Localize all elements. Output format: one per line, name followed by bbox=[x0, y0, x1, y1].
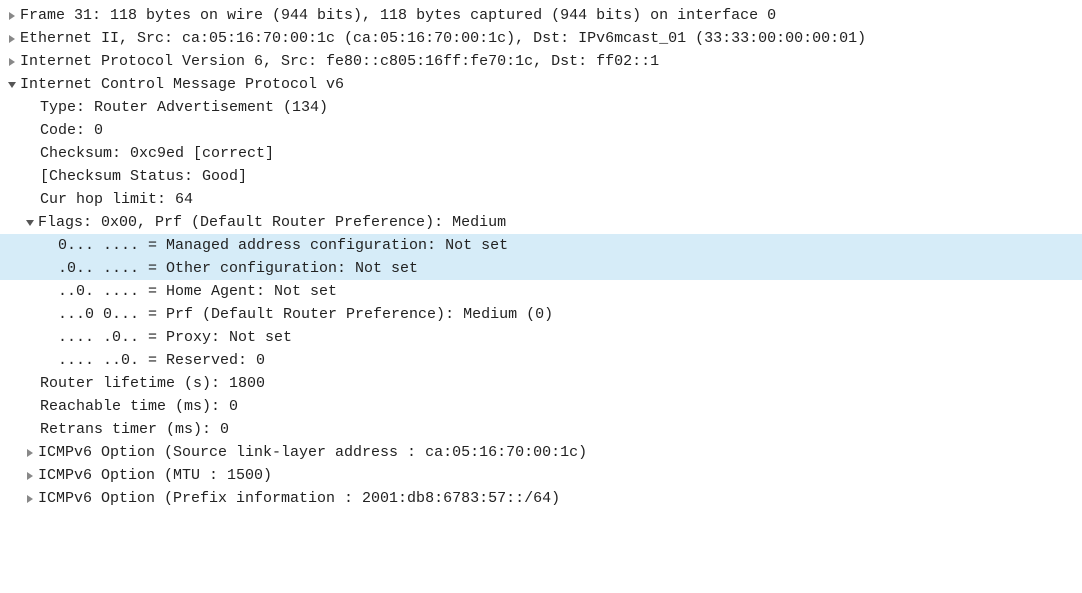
reachable-time-value: Reachable time (ms): 0 bbox=[40, 395, 238, 418]
tree-row-opt-mtu[interactable]: ICMPv6 Option (MTU : 1500) bbox=[0, 464, 1082, 487]
flag-managed-value: 0... .... = Managed address configuratio… bbox=[58, 234, 508, 257]
ethernet-summary: Ethernet II, Src: ca:05:16:70:00:1c (ca:… bbox=[20, 27, 866, 50]
field-flag-reserved[interactable]: .... ..0. = Reserved: 0 bbox=[0, 349, 1082, 372]
field-flag-other[interactable]: .0.. .... = Other configuration: Not set bbox=[0, 257, 1082, 280]
tree-row-icmpv6[interactable]: Internet Control Message Protocol v6 bbox=[0, 73, 1082, 96]
field-reachable-time[interactable]: Reachable time (ms): 0 bbox=[0, 395, 1082, 418]
flag-home-value: ..0. .... = Home Agent: Not set bbox=[58, 280, 337, 303]
tree-row-ethernet[interactable]: Ethernet II, Src: ca:05:16:70:00:1c (ca:… bbox=[0, 27, 1082, 50]
tree-row-frame[interactable]: Frame 31: 118 bytes on wire (944 bits), … bbox=[0, 4, 1082, 27]
field-flag-managed[interactable]: 0... .... = Managed address configuratio… bbox=[0, 234, 1082, 257]
chevron-down-icon[interactable] bbox=[4, 80, 20, 90]
flag-other-value: .0.. .... = Other configuration: Not set bbox=[58, 257, 418, 280]
flag-reserved-value: .... ..0. = Reserved: 0 bbox=[58, 349, 265, 372]
frame-summary: Frame 31: 118 bytes on wire (944 bits), … bbox=[20, 4, 776, 27]
chevron-right-icon[interactable] bbox=[4, 57, 20, 67]
opt-prefix-value: ICMPv6 Option (Prefix information : 2001… bbox=[38, 487, 560, 510]
field-code[interactable]: Code: 0 bbox=[0, 119, 1082, 142]
flag-proxy-value: .... .0.. = Proxy: Not set bbox=[58, 326, 292, 349]
tree-row-ipv6[interactable]: Internet Protocol Version 6, Src: fe80::… bbox=[0, 50, 1082, 73]
field-flag-proxy[interactable]: .... .0.. = Proxy: Not set bbox=[0, 326, 1082, 349]
opt-src-ll-value: ICMPv6 Option (Source link-layer address… bbox=[38, 441, 587, 464]
field-type[interactable]: Type: Router Advertisement (134) bbox=[0, 96, 1082, 119]
chevron-right-icon[interactable] bbox=[4, 34, 20, 44]
code-value: Code: 0 bbox=[40, 119, 103, 142]
opt-mtu-value: ICMPv6 Option (MTU : 1500) bbox=[38, 464, 272, 487]
tree-row-flags[interactable]: Flags: 0x00, Prf (Default Router Prefere… bbox=[0, 211, 1082, 234]
chevron-right-icon[interactable] bbox=[22, 448, 38, 458]
chevron-right-icon[interactable] bbox=[22, 494, 38, 504]
type-value: Type: Router Advertisement (134) bbox=[40, 96, 328, 119]
field-flag-home[interactable]: ..0. .... = Home Agent: Not set bbox=[0, 280, 1082, 303]
chevron-down-icon[interactable] bbox=[22, 218, 38, 228]
packet-details-pane: Frame 31: 118 bytes on wire (944 bits), … bbox=[0, 0, 1082, 510]
cur-hop-value: Cur hop limit: 64 bbox=[40, 188, 193, 211]
tree-row-opt-src-ll[interactable]: ICMPv6 Option (Source link-layer address… bbox=[0, 441, 1082, 464]
field-checksum-status[interactable]: [Checksum Status: Good] bbox=[0, 165, 1082, 188]
field-router-lifetime[interactable]: Router lifetime (s): 1800 bbox=[0, 372, 1082, 395]
checksum-value: Checksum: 0xc9ed [correct] bbox=[40, 142, 274, 165]
field-retrans-timer[interactable]: Retrans timer (ms): 0 bbox=[0, 418, 1082, 441]
retrans-timer-value: Retrans timer (ms): 0 bbox=[40, 418, 229, 441]
checksum-status-value: [Checksum Status: Good] bbox=[40, 165, 247, 188]
ipv6-summary: Internet Protocol Version 6, Src: fe80::… bbox=[20, 50, 659, 73]
field-checksum[interactable]: Checksum: 0xc9ed [correct] bbox=[0, 142, 1082, 165]
chevron-right-icon[interactable] bbox=[22, 471, 38, 481]
field-flag-prf[interactable]: ...0 0... = Prf (Default Router Preferen… bbox=[0, 303, 1082, 326]
flag-prf-value: ...0 0... = Prf (Default Router Preferen… bbox=[58, 303, 553, 326]
flags-summary: Flags: 0x00, Prf (Default Router Prefere… bbox=[38, 211, 506, 234]
router-lifetime-value: Router lifetime (s): 1800 bbox=[40, 372, 265, 395]
tree-row-opt-prefix[interactable]: ICMPv6 Option (Prefix information : 2001… bbox=[0, 487, 1082, 510]
chevron-right-icon[interactable] bbox=[4, 11, 20, 21]
icmpv6-summary: Internet Control Message Protocol v6 bbox=[20, 73, 344, 96]
field-cur-hop[interactable]: Cur hop limit: 64 bbox=[0, 188, 1082, 211]
